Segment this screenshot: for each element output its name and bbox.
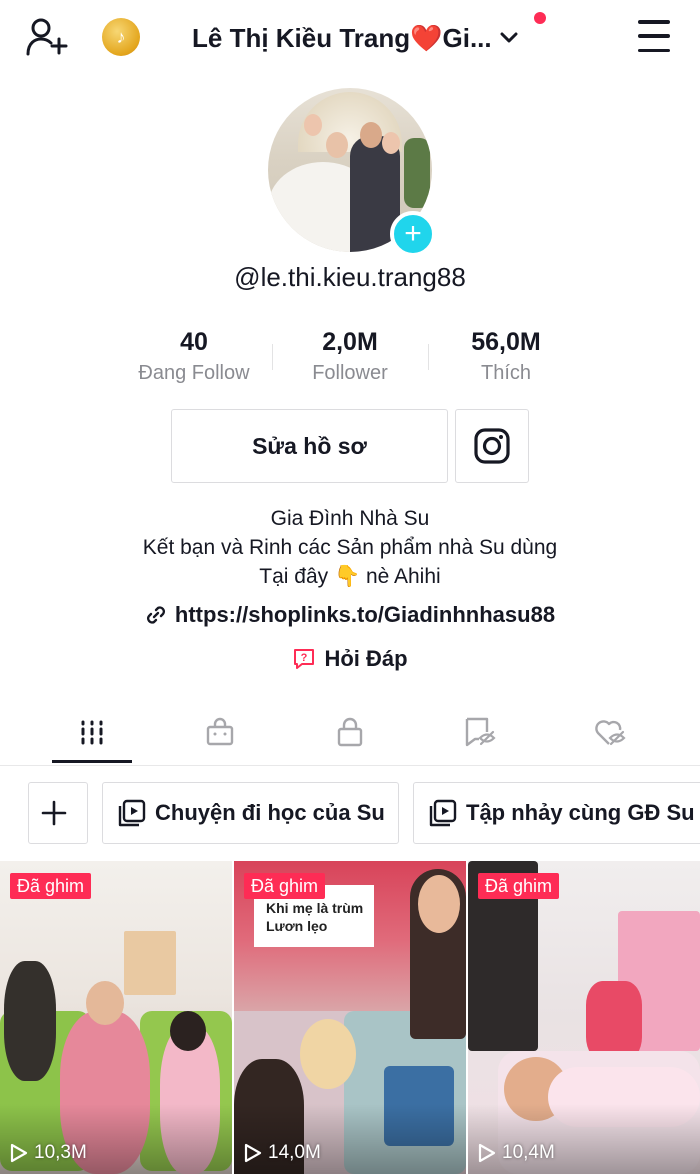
hidden-reposts-icon [465,717,496,747]
play-icon [478,1143,496,1163]
username: @le.thi.kieu.trang88 [234,262,466,292]
view-count: 10,3M [10,1142,87,1164]
notification-dot [534,12,546,24]
bio: Gia Đình Nhà Su Kết bạn và Rinh các Sản … [0,504,700,591]
top-bar: ♪ Lê Thị Kiều Trang❤️Gi... [0,0,700,76]
view-count: 10,4M [478,1142,555,1164]
playlist-label: Chuyện đi học của Su [155,800,385,825]
hidden-liked-icon [595,720,626,746]
instagram-icon [474,428,510,464]
qa-label: Hỏi Đáp [324,646,408,671]
following-label: Đang Follow [138,362,250,384]
playlist-label: Tập nhảy cùng GĐ Su [466,800,695,825]
pinned-badge: Đã ghim [244,873,326,899]
menu-button[interactable] [636,20,672,52]
shopping-bag-icon [206,717,234,746]
following-count: 40 [180,328,208,356]
likes-label: Thích [480,362,532,384]
tab-videos[interactable] [22,700,162,764]
playlist-icon [429,799,457,827]
plus-icon: + [404,217,422,250]
view-count-text: 10,4M [502,1142,555,1163]
view-count-text: 14,0M [268,1142,321,1163]
account-switcher[interactable]: Lê Thị Kiều Trang❤️Gi... [192,18,520,58]
tab-reposts[interactable] [410,700,550,764]
followers-stat[interactable]: 2,0M Follower [272,328,428,385]
add-playlist-button[interactable] [28,782,88,844]
bio-link[interactable]: https://shoplinks.to/Giadinhnhasu88 [0,602,700,628]
add-friend-button[interactable] [22,14,72,60]
add-user-icon [26,18,68,56]
likes-count: 56,0M [471,328,541,356]
bio-link-text: https://shoplinks.to/Giadinhnhasu88 [174,602,556,627]
pinned-badge: Đã ghim [478,873,560,899]
pinned-badge: Đã ghim [10,873,92,899]
likes-stat[interactable]: 56,0M Thích [428,328,584,385]
playlist-icon [118,799,146,827]
video-thumbnail[interactable]: Khi mẹ là trùm Lươn lẹo Đã ghim 14,0M [234,861,466,1174]
edit-profile-button[interactable]: Sửa hồ sơ [171,409,448,483]
hamburger-menu-icon [638,20,670,24]
followers-count: 2,0M [322,328,378,356]
link-icon [146,606,165,624]
bio-line: Tại đây 👇 nè Ahihi [259,565,441,588]
svg-text:?: ? [301,652,308,664]
playlist-chip[interactable]: Tập nhảy cùng GĐ Su [413,782,700,844]
add-avatar-button[interactable]: + [390,211,436,257]
play-icon [244,1143,262,1163]
followers-label: Follower [312,362,388,384]
coin-button[interactable]: ♪ [102,18,140,56]
active-tab-indicator [52,760,132,763]
lock-icon [337,717,363,747]
videos-grid-icon [81,720,103,745]
tab-private[interactable] [280,700,420,764]
profile-tabs [0,700,700,766]
video-thumbnail[interactable]: Đã ghim 10,3M [0,861,232,1174]
bio-line: Gia Đình Nhà Su [270,507,430,530]
play-icon [10,1143,28,1163]
tab-liked[interactable] [540,700,680,764]
tab-shop[interactable] [150,700,290,764]
bio-line: Kết bạn và Rinh các Sản phẩm nhà Su dùng [142,536,558,559]
view-count-text: 10,3M [34,1142,87,1163]
plus-icon [41,800,67,826]
instagram-button[interactable] [455,409,529,483]
coin-icon: ♪ [116,26,126,47]
playlist-chip[interactable]: Chuyện đi học của Su [102,782,399,844]
page-title: Lê Thị Kiều Trang❤️Gi... [192,22,492,53]
view-count: 14,0M [244,1142,321,1164]
following-stat[interactable]: 40 Đang Follow [116,328,272,385]
video-thumbnail[interactable]: Đã ghim 10,4M [468,861,700,1174]
qa-button[interactable]: ? Hỏi Đáp [0,646,700,672]
question-answer-icon: ? [294,649,315,669]
chevron-down-icon [500,32,518,43]
